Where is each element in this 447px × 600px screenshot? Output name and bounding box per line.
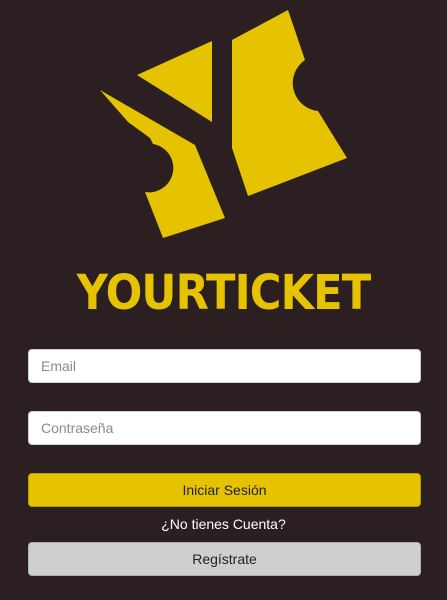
password-field[interactable] [28, 411, 421, 445]
login-button[interactable]: Iniciar Sesión [28, 473, 421, 507]
yourticket-logo-icon [100, 10, 347, 238]
register-button[interactable]: Regístrate [28, 542, 421, 576]
brand-wordmark: YOURTICKET [76, 265, 371, 321]
email-field[interactable] [28, 349, 421, 383]
no-account-text: ¿No tienes Cuenta? [161, 516, 286, 532]
login-screen: YOURTICKET Iniciar Sesión ¿No tienes Cue… [0, 0, 447, 600]
